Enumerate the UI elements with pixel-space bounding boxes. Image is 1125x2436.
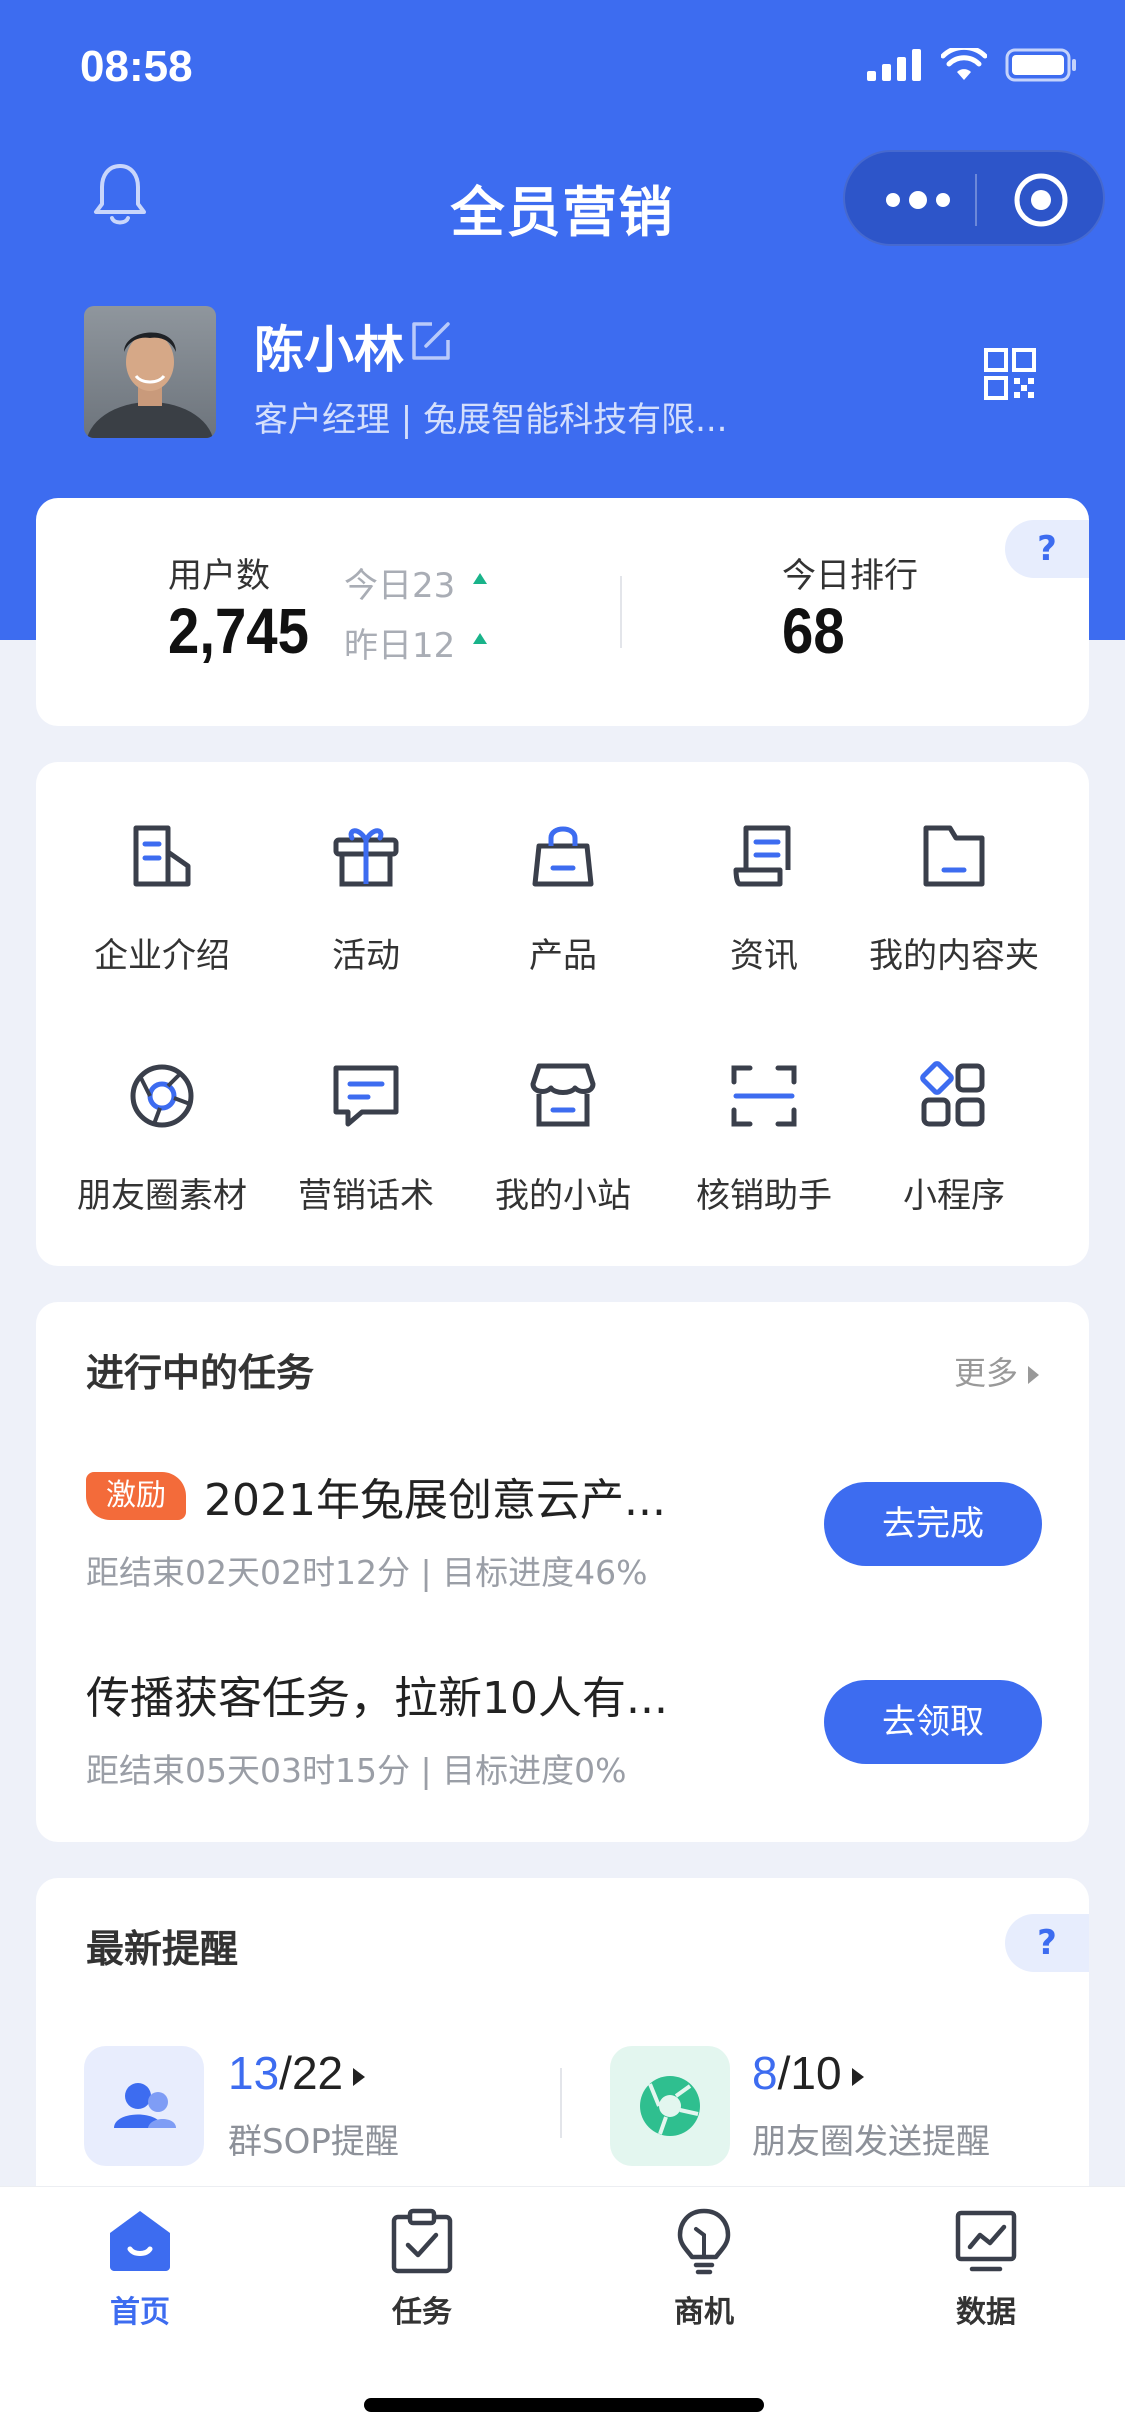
stats-card: 用户数 2,745 今日23 昨日12 今日排行 68 ? — [36, 498, 1089, 726]
more-label: 更多 — [953, 1354, 1018, 1392]
nav-bar: 全员营销 — [0, 150, 1125, 250]
profile-header: 陈小林 客户经理 | 兔展智能科技有限... — [0, 300, 1125, 450]
tab-data[interactable]: 数据 — [886, 2205, 1086, 2345]
triangle-right-icon — [851, 2067, 864, 2086]
users-yesterday: 昨日12 — [344, 626, 456, 666]
reminder-done: 8 — [752, 2047, 778, 2099]
building-icon — [133, 825, 191, 887]
grid-label: 小程序 — [903, 1176, 1005, 1216]
chat-icon — [333, 1065, 399, 1127]
task-meta: 距结束05天03时15分 | 目标进度0% — [86, 1751, 627, 1790]
reminder-total: /10 — [777, 2047, 842, 2099]
complete-task-button[interactable]: 去完成 — [824, 1482, 1042, 1566]
qr-code-icon[interactable] — [984, 348, 1036, 400]
scan-icon — [731, 1065, 797, 1127]
avatar-image — [87, 332, 213, 438]
home-icon — [110, 2211, 170, 2271]
up-arrow-icon — [473, 633, 487, 644]
more-icon[interactable] — [883, 186, 953, 214]
bag-icon — [532, 826, 594, 887]
tab-tasks[interactable]: 任务 — [322, 2205, 522, 2345]
triangle-right-icon — [1028, 1366, 1039, 1384]
miniprogram-capsule — [843, 150, 1105, 246]
reminder-label: 群SOP提醒 — [228, 2122, 399, 2162]
scroll-icon — [733, 825, 791, 887]
incentive-badge: 激励 — [86, 1472, 186, 1520]
profile-subtitle: 客户经理 | 兔展智能科技有限... — [254, 400, 728, 440]
moments-icon — [610, 2046, 730, 2166]
tasks-more-link[interactable]: 更多 — [954, 1348, 1039, 1394]
tab-home[interactable]: 首页 — [40, 2205, 240, 2345]
claim-task-button[interactable]: 去领取 — [824, 1680, 1042, 1764]
reminder-count: 8/10 — [752, 2046, 864, 2100]
gift-icon — [333, 828, 399, 887]
reminder-label: 朋友圈发送提醒 — [752, 2122, 990, 2162]
wifi-icon — [941, 48, 987, 80]
status-time: 08:58 — [80, 42, 193, 91]
grid-item-mini-program[interactable]: 小程序 — [854, 1058, 1054, 1218]
rank-label: 今日排行 — [782, 556, 918, 596]
task-row[interactable]: 激励 2021年兔展创意云产... 距结束02天02时12分 | 目标进度46%… — [36, 1464, 1089, 1614]
tasks-title: 进行中的任务 — [86, 1351, 315, 1395]
battery-icon — [1005, 48, 1076, 82]
reminder-count: 13/22 — [228, 2046, 366, 2100]
clipboard-icon — [391, 2208, 453, 2274]
task-meta: 距结束02天02时12分 | 目标进度46% — [86, 1553, 648, 1592]
store-icon — [530, 1063, 596, 1127]
triangle-right-icon — [353, 2067, 366, 2086]
reminders-title: 最新提醒 — [86, 1927, 239, 1971]
stats-help-button[interactable]: ? — [1005, 520, 1089, 578]
users-value: 2,745 — [168, 595, 309, 667]
tab-label: 任务 — [392, 2295, 452, 2330]
reminder-done: 13 — [228, 2047, 280, 2099]
folder-icon — [923, 825, 985, 887]
group-icon — [84, 2046, 204, 2166]
edit-icon[interactable] — [408, 318, 454, 364]
grid-item-my-content[interactable]: 我的内容夹 — [854, 818, 1054, 978]
chart-icon — [955, 2210, 1017, 2272]
home-indicator — [364, 2398, 764, 2412]
apps-icon — [920, 1061, 985, 1127]
tab-label: 数据 — [956, 2295, 1016, 2330]
rank-value: 68 — [782, 595, 845, 667]
ongoing-tasks-card: 进行中的任务 更多 激励 2021年兔展创意云产... 距结束02天02时12分… — [36, 1302, 1089, 1842]
signal-icon — [867, 49, 921, 81]
reminder-total: /22 — [279, 2047, 344, 2099]
feature-grid: 企业介绍 活动 产品 资讯 我的内容夹 朋友圈素材 营销话术 我的小站 核销助手… — [36, 762, 1089, 1266]
status-bar: 08:58 — [0, 0, 1125, 132]
up-arrow-icon — [473, 573, 487, 584]
stats-divider — [620, 576, 622, 648]
close-miniprogram-icon[interactable] — [1011, 170, 1071, 230]
task-row[interactable]: 传播获客任务，拉新10人有... 距结束05天03时15分 | 目标进度0% 去… — [36, 1662, 1089, 1812]
users-label: 用户数 — [168, 556, 270, 596]
reminders-help-button[interactable]: ? — [1005, 1914, 1089, 1972]
aperture-icon — [130, 1064, 194, 1128]
tab-label: 商机 — [674, 2295, 734, 2330]
tab-label: 首页 — [110, 2295, 170, 2330]
avatar[interactable] — [84, 306, 216, 438]
reminders-divider — [560, 2068, 562, 2138]
profile-name: 陈小林 — [254, 321, 404, 379]
capsule-divider — [975, 174, 977, 226]
users-today: 今日23 — [344, 566, 456, 606]
lightbulb-icon — [677, 2208, 731, 2275]
task-title: 2021年兔展创意云产... — [204, 1475, 666, 1526]
grid-label: 我的内容夹 — [869, 936, 1039, 976]
status-icons — [867, 48, 1077, 82]
tab-opportunities[interactable]: 商机 — [604, 2205, 804, 2345]
task-title: 传播获客任务，拉新10人有... — [86, 1673, 668, 1724]
